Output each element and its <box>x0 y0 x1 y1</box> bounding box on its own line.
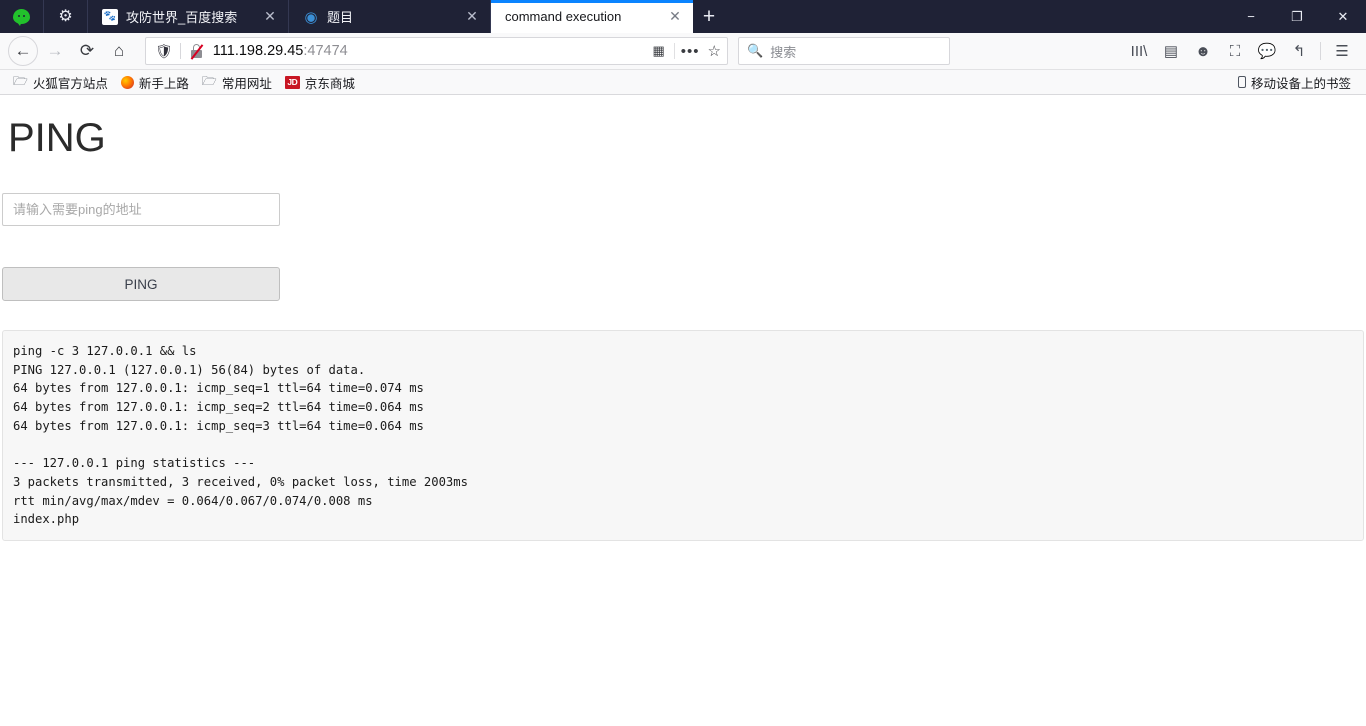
tab-title: command execution <box>505 9 622 24</box>
page-title: PING <box>8 116 106 160</box>
navigation-toolbar: ← → ⟳ ⌂ 🛡 111.198.29.45 :47474 ▦ ••• ☆ 🔍… <box>0 33 1366 70</box>
hamburger-menu-icon[interactable]: ☰ <box>1326 36 1358 66</box>
ping-address-input[interactable] <box>2 193 280 226</box>
forward-button[interactable]: → <box>40 36 70 66</box>
folder-icon: 🗁 <box>201 73 217 88</box>
bookmark-label: 京东商城 <box>304 76 355 91</box>
bookmarks-toolbar: 🗁 火狐官方站点 新手上路 🗁 常用网址 JD 京东商城 移动设备上的书签 <box>0 70 1366 95</box>
url-port: :47474 <box>303 43 348 59</box>
wechat-bubble-icon[interactable] <box>0 0 44 33</box>
tab-title: 题目 <box>327 10 354 25</box>
shield-icon[interactable]: 🛡 <box>155 43 173 60</box>
search-bar[interactable]: 🔍 搜索 <box>738 37 950 65</box>
bookmark-jd[interactable]: JD 京东商城 <box>280 71 360 94</box>
folder-icon: 🗁 <box>13 73 28 88</box>
blue-globe-icon: ◉ <box>304 8 318 26</box>
screenshot-crop-icon[interactable]: ⛶ <box>1219 36 1251 66</box>
ping-submit-button[interactable]: PING <box>2 267 280 301</box>
chat-bubble-icon[interactable]: 💬 <box>1251 36 1283 66</box>
window-controls: − ❐ ✕ <box>1228 0 1366 33</box>
tab-gongfangshijie[interactable]: 🐾 攻防世界_百度搜索 ✕ <box>88 0 289 33</box>
library-icon[interactable]: ӀӀӀ\ <box>1123 36 1155 66</box>
bookmark-label: 常用网址 <box>221 76 272 91</box>
baidu-paw-icon: 🐾 <box>102 8 118 25</box>
divider <box>1320 42 1321 60</box>
bookmark-label: 移动设备上的书签 <box>1250 76 1351 91</box>
url-host: 111.198.29.45 <box>212 43 304 59</box>
titlebar-left-icons: ⚙ <box>0 0 88 33</box>
phone-icon <box>1237 76 1246 88</box>
tab-title: 攻防世界_百度搜索 <box>126 10 238 25</box>
close-icon[interactable]: ✕ <box>260 7 280 27</box>
tab-strip: 🐾 攻防世界_百度搜索 ✕ ◉ 题目 ✕ command execution ✕… <box>88 0 725 33</box>
search-input[interactable]: 搜索 <box>770 42 796 61</box>
tab-command-execution[interactable]: command execution ✕ <box>491 0 693 33</box>
close-icon[interactable]: ✕ <box>462 7 482 27</box>
home-button[interactable]: ⌂ <box>104 36 134 66</box>
bookmark-label: 新手上路 <box>138 76 189 91</box>
account-icon[interactable]: ☻ <box>1187 36 1219 66</box>
bookmark-mobile-folder[interactable]: 移动设备上的书签 <box>1233 71 1355 94</box>
tab-timu[interactable]: ◉ 题目 ✕ <box>289 0 491 33</box>
page-content: PING PING ping -c 3 127.0.0.1 && ls PING… <box>0 95 1366 726</box>
command-output: ping -c 3 127.0.0.1 && ls PING 127.0.0.1… <box>2 330 1364 542</box>
back-button[interactable]: ← <box>8 36 38 66</box>
close-icon[interactable]: ✕ <box>665 7 685 27</box>
qr-code-icon[interactable]: ▦ <box>652 43 664 59</box>
browser-title-bar: ⚙ 🐾 攻防世界_百度搜索 ✕ ◉ 题目 ✕ command execution… <box>0 0 1366 33</box>
gear-icon[interactable]: ⚙ <box>44 0 88 33</box>
bookmark-firefox-official[interactable]: 🗁 火狐官方站点 <box>8 70 113 95</box>
bookmark-common-sites[interactable]: 🗁 常用网址 <box>197 70 277 95</box>
undo-arrow-icon[interactable]: ↰ <box>1283 36 1315 66</box>
url-bar[interactable]: 🛡 111.198.29.45 :47474 ▦ ••• ☆ <box>145 37 728 65</box>
bookmark-getting-started[interactable]: 新手上路 <box>116 71 194 94</box>
broken-lock-icon[interactable] <box>189 43 204 60</box>
firefox-icon <box>120 75 134 89</box>
toolbar-icons: ӀӀӀ\ ▤ ☻ ⛶ 💬 ↰ ☰ <box>1123 36 1358 66</box>
minimize-button[interactable]: − <box>1228 0 1274 33</box>
reload-button[interactable]: ⟳ <box>72 36 102 66</box>
divider <box>179 43 181 59</box>
close-window-button[interactable]: ✕ <box>1320 0 1366 33</box>
bookmark-label: 火狐官方站点 <box>32 76 108 91</box>
new-tab-button[interactable]: + <box>693 0 725 33</box>
page-actions-icon[interactable]: ••• <box>681 43 700 60</box>
search-icon: 🔍 <box>747 43 764 58</box>
bookmark-star-icon[interactable]: ☆ <box>708 42 721 60</box>
sidebar-icon[interactable]: ▤ <box>1155 36 1187 66</box>
jd-icon: JD <box>284 75 300 89</box>
restore-button[interactable]: ❐ <box>1274 0 1320 33</box>
